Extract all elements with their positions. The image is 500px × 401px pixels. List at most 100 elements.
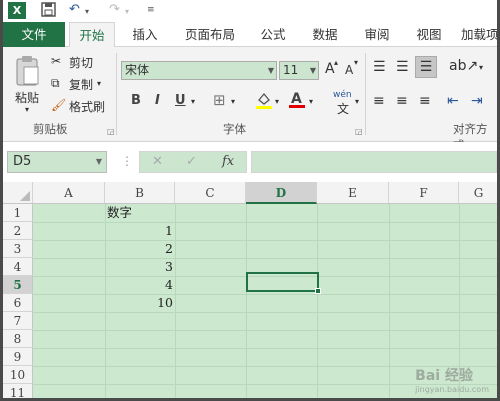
cell-b4[interactable]: 3 xyxy=(107,258,173,276)
grid-line xyxy=(33,222,497,223)
grid-line xyxy=(33,294,497,295)
row-header[interactable]: 8 xyxy=(3,330,33,348)
fill-handle[interactable] xyxy=(315,288,321,294)
grid-line xyxy=(246,204,247,398)
grid-line xyxy=(33,240,497,241)
font-name-value: 宋体 xyxy=(125,63,150,77)
cancel-icon[interactable]: ✕ xyxy=(152,154,163,169)
cell-b3[interactable]: 2 xyxy=(107,240,173,258)
tab-addins[interactable]: 加载项 xyxy=(461,22,497,47)
border-icon[interactable]: ⊞ xyxy=(213,91,226,109)
column-header-b[interactable]: B xyxy=(105,182,175,204)
column-header-f[interactable]: F xyxy=(389,182,459,204)
ribbon-separator xyxy=(365,53,366,135)
fill-color-icon[interactable] xyxy=(255,91,273,112)
row-header[interactable]: 10 xyxy=(3,366,33,384)
column-header-c[interactable]: C xyxy=(175,182,246,204)
copy-dropdown-icon[interactable]: ▾ xyxy=(97,79,101,88)
align-right-icon[interactable]: ≡ xyxy=(419,93,431,109)
decrease-indent-icon[interactable]: ⇤ xyxy=(447,93,459,109)
bold-button[interactable]: B xyxy=(131,93,141,108)
row-header-selected[interactable]: 5 xyxy=(3,276,33,294)
paste-dropdown-icon[interactable]: ▾ xyxy=(25,105,29,114)
clipboard-launcher-icon[interactable]: ◲ xyxy=(107,127,115,136)
customize-qat-icon[interactable]: ≡ xyxy=(147,5,155,15)
font-size-combo[interactable]: 11 ▼ xyxy=(279,61,319,80)
row-header[interactable]: 9 xyxy=(3,348,33,366)
shrink-font-button[interactable]: A xyxy=(345,63,353,77)
italic-button[interactable]: I xyxy=(155,93,160,108)
formula-input[interactable] xyxy=(251,151,497,173)
redo-icon[interactable]: ↷ xyxy=(109,2,120,17)
copy-icon[interactable]: ⧉ xyxy=(51,76,60,91)
chevron-down-icon[interactable]: ▼ xyxy=(268,62,274,79)
name-box[interactable]: D5 ▼ xyxy=(7,151,107,173)
font-group-label: 字体 xyxy=(223,122,246,136)
column-header-g[interactable]: G xyxy=(459,182,497,204)
font-color-icon[interactable]: A xyxy=(288,90,306,112)
font-color-dropdown-icon[interactable]: ▾ xyxy=(309,97,313,106)
align-bottom-icon[interactable]: ☰ xyxy=(415,56,437,78)
align-center-icon[interactable]: ≡ xyxy=(396,93,408,109)
align-top-icon[interactable]: ☰ xyxy=(373,59,386,75)
row-header[interactable]: 4 xyxy=(3,258,33,276)
paste-button-label[interactable]: 粘贴 xyxy=(15,89,39,106)
tab-formulas[interactable]: 公式 xyxy=(251,22,295,47)
tab-data[interactable]: 数据 xyxy=(303,22,347,47)
chevron-down-icon[interactable]: ▼ xyxy=(310,62,316,79)
underline-dropdown-icon[interactable]: ▾ xyxy=(191,97,195,106)
column-header-e[interactable]: E xyxy=(317,182,389,204)
tab-home[interactable]: 开始 xyxy=(69,22,115,48)
font-launcher-icon[interactable]: ◲ xyxy=(355,127,363,136)
tab-page-layout[interactable]: 页面布局 xyxy=(175,22,245,47)
row-header[interactable]: 6 xyxy=(3,294,33,312)
tab-file[interactable]: 文件 xyxy=(3,22,65,47)
ribbon-home: 粘贴 ▾ ✂ 剪切 ⧉ 复制 ▾ 🖌 格式刷 剪贴板 ◲ 宋体 ▼ 11 ▼ A… xyxy=(3,47,497,152)
increase-indent-icon[interactable]: ⇥ xyxy=(471,93,483,109)
title-bar: X ↶ ▾ ↷ ▾ ≡ xyxy=(3,0,497,22)
cut-icon[interactable]: ✂ xyxy=(51,54,61,68)
tab-insert[interactable]: 插入 xyxy=(123,22,167,47)
ribbon-tabs: 文件 开始 插入 页面布局 公式 数据 审阅 视图 加载项 xyxy=(3,22,497,48)
underline-button[interactable]: U xyxy=(175,93,186,108)
cell-b2[interactable]: 1 xyxy=(107,222,173,240)
tab-view[interactable]: 视图 xyxy=(407,22,451,47)
row-header[interactable]: 11 xyxy=(3,384,33,398)
enter-icon[interactable]: ✓ xyxy=(186,154,197,169)
row-header[interactable]: 7 xyxy=(3,312,33,330)
worksheet-grid[interactable]: A B C D E F G 1 2 3 4 5 6 7 8 9 10 11 数字… xyxy=(3,182,497,398)
align-middle-icon[interactable]: ☰ xyxy=(396,59,409,75)
phonetic-guide-button[interactable]: wén xyxy=(333,90,352,100)
active-cell-d5[interactable] xyxy=(246,272,319,292)
row-header[interactable]: 2 xyxy=(3,222,33,240)
save-icon[interactable] xyxy=(41,2,56,21)
format-painter-button[interactable]: 格式刷 xyxy=(69,98,105,115)
orientation-icon[interactable]: ab↗ xyxy=(449,58,478,74)
undo-dropdown-icon[interactable]: ▾ xyxy=(85,7,89,16)
row-header[interactable]: 3 xyxy=(3,240,33,258)
cell-b6[interactable]: 10 xyxy=(107,294,173,312)
formula-bar: D5 ▼ ⋮ ✕ ✓ fx xyxy=(3,142,497,182)
column-header-d[interactable]: D xyxy=(246,182,317,204)
format-painter-icon[interactable]: 🖌 xyxy=(51,98,66,112)
font-name-combo[interactable]: 宋体 ▼ xyxy=(121,61,277,80)
align-left-icon[interactable]: ≡ xyxy=(373,93,385,109)
copy-button[interactable]: 复制 xyxy=(69,76,93,93)
undo-icon[interactable]: ↶ xyxy=(69,2,80,17)
redo-dropdown-icon[interactable]: ▾ xyxy=(125,7,129,16)
orientation-dropdown-icon[interactable]: ▾ xyxy=(479,63,483,72)
watermark: Bai 经验 jingyan.baidu.com xyxy=(415,365,489,394)
cut-button[interactable]: 剪切 xyxy=(69,54,93,71)
cell-b5[interactable]: 4 xyxy=(107,276,173,294)
insert-function-icon[interactable]: fx xyxy=(222,154,234,169)
border-dropdown-icon[interactable]: ▾ xyxy=(231,97,235,106)
cell-b1[interactable]: 数字 xyxy=(107,204,173,222)
fill-color-dropdown-icon[interactable]: ▾ xyxy=(275,97,279,106)
phonetic-dropdown-icon[interactable]: ▾ xyxy=(355,97,359,106)
chevron-down-icon[interactable]: ▼ xyxy=(96,152,102,172)
column-header-a[interactable]: A xyxy=(33,182,105,204)
select-all-corner[interactable] xyxy=(3,182,33,204)
paste-icon[interactable] xyxy=(15,55,41,90)
tab-review[interactable]: 审阅 xyxy=(355,22,399,47)
row-header[interactable]: 1 xyxy=(3,204,33,222)
